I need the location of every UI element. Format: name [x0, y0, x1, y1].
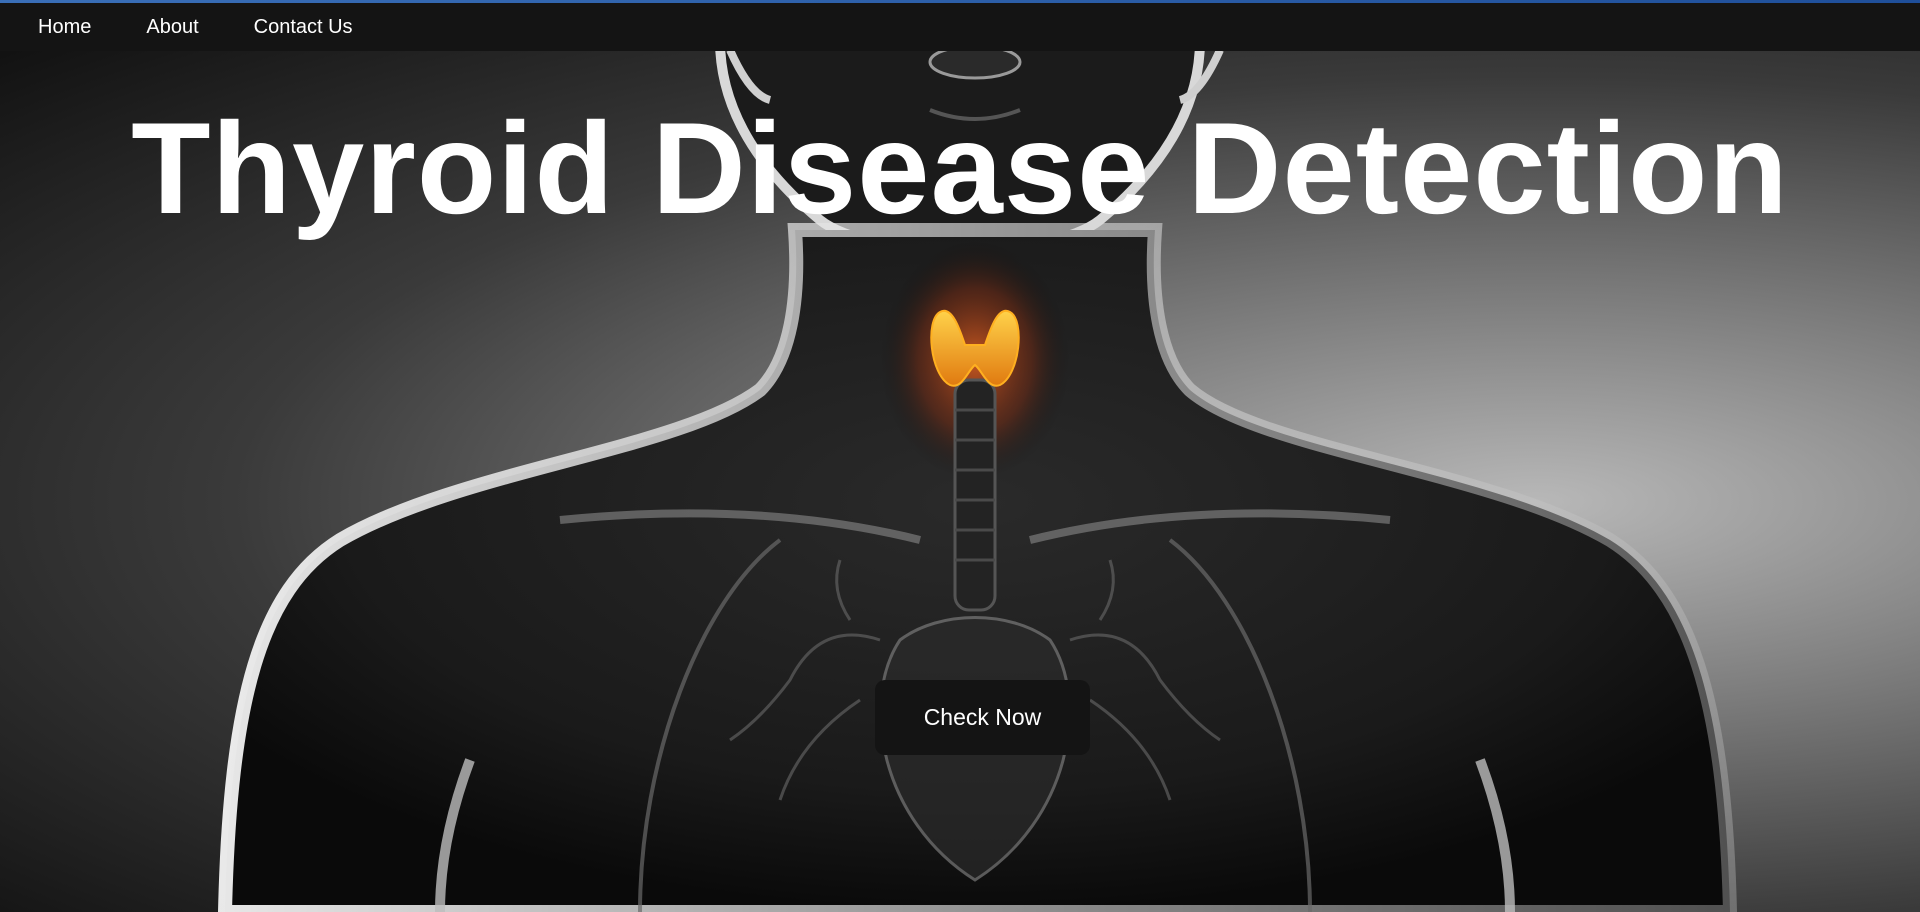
- nav-contact-link[interactable]: Contact Us: [254, 16, 353, 39]
- page-title: Thyroid Disease Detection: [131, 95, 1789, 241]
- nav-about-link[interactable]: About: [146, 16, 198, 39]
- navbar: Home About Contact Us: [0, 3, 1920, 51]
- nav-home-link[interactable]: Home: [38, 16, 91, 39]
- check-now-button[interactable]: Check Now: [875, 680, 1090, 755]
- landing-page: Home About Contact Us Thyroid Disease De…: [0, 0, 1920, 912]
- top-accent-line: [0, 0, 1920, 3]
